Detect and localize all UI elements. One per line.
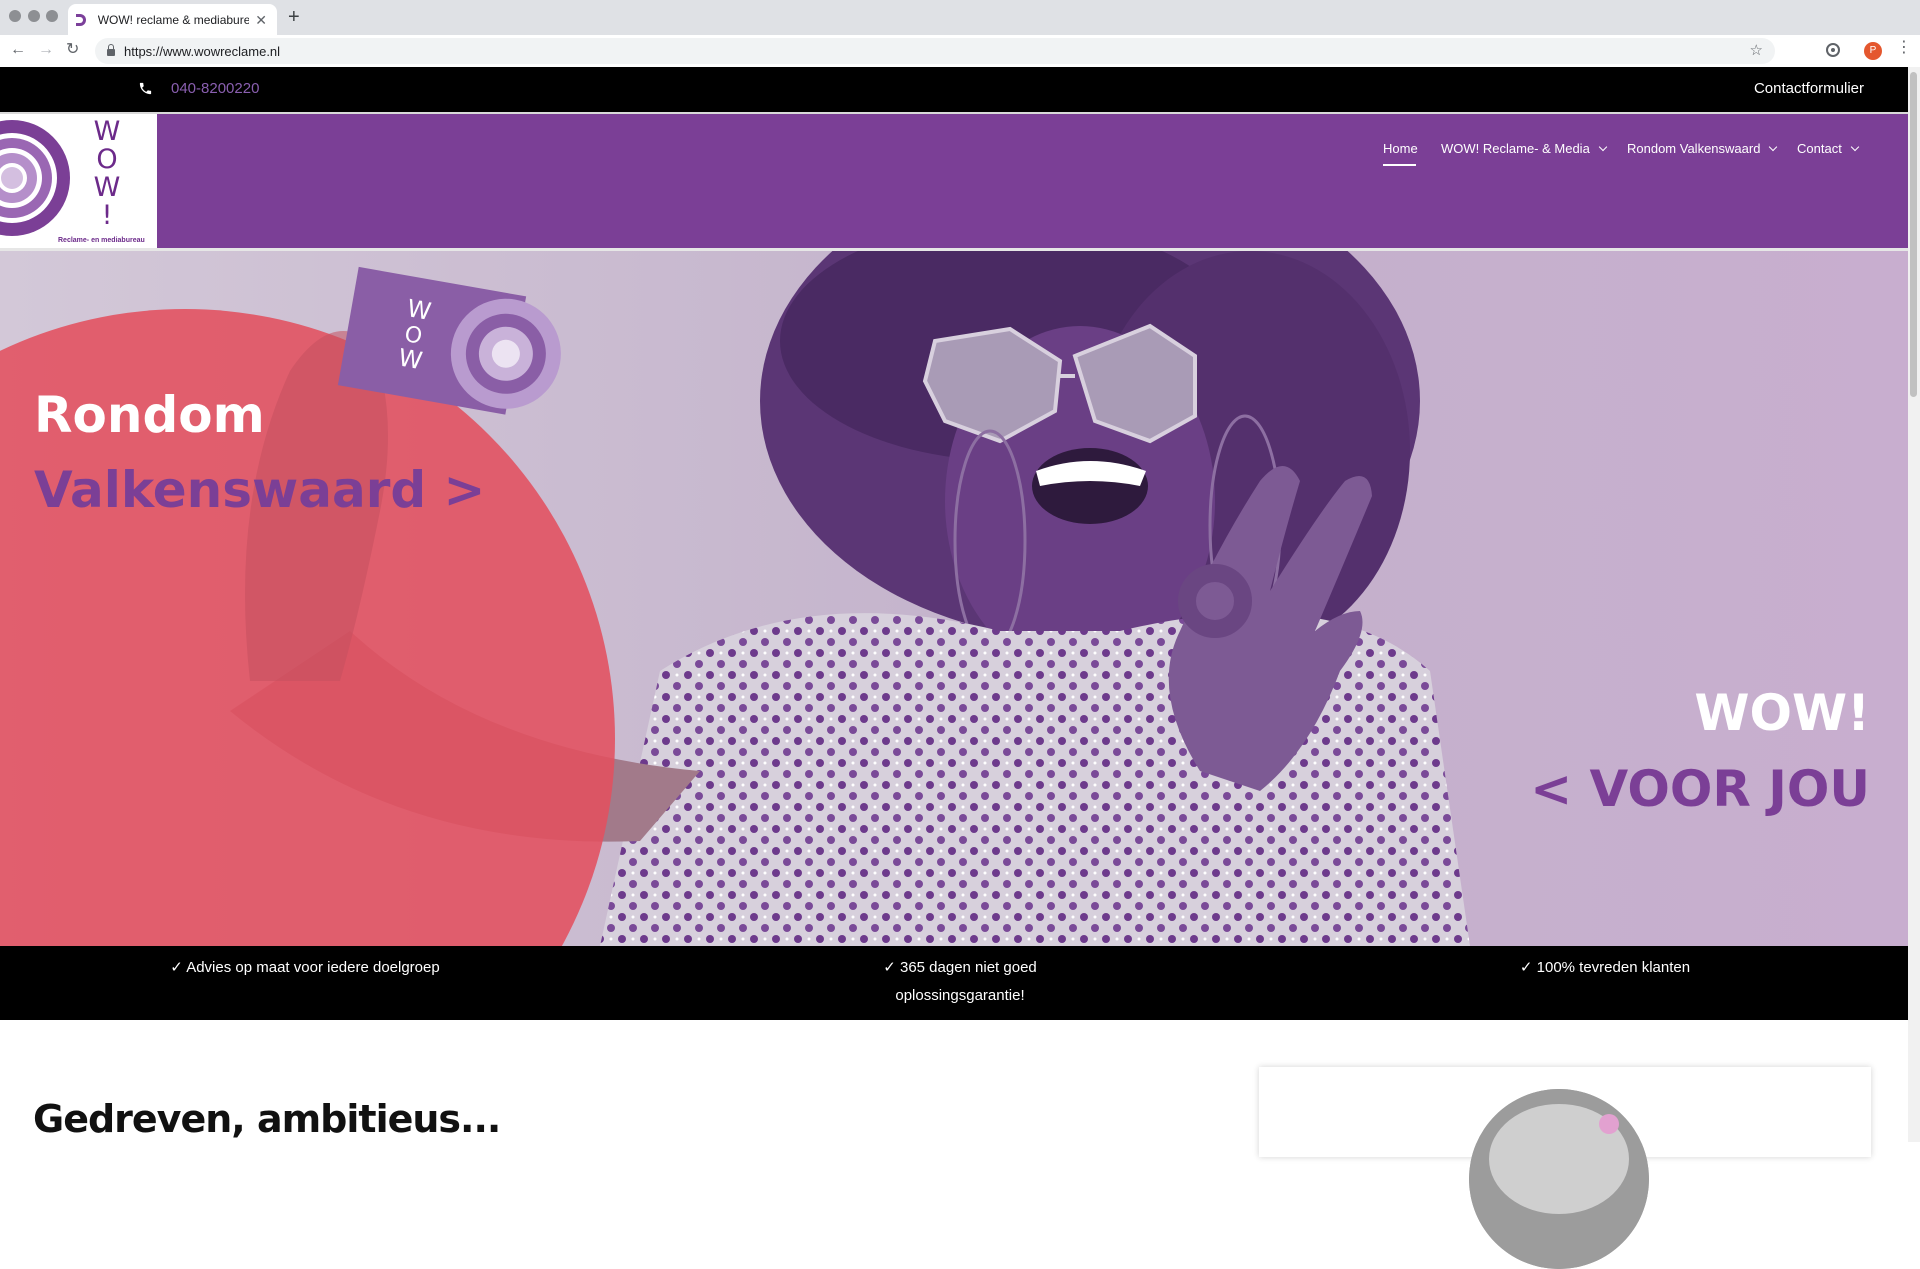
phone-icon [139, 82, 152, 95]
usp-item: ✓ 100% tevreden klanten [1385, 954, 1825, 982]
window-close-dot[interactable] [9, 10, 21, 22]
favicon-icon [76, 13, 90, 27]
hero-right-link[interactable]: < VOOR JOU [1530, 760, 1870, 818]
intro-heading: Gedreven, ambitieus... [33, 1097, 501, 1141]
logo-graphic [0, 120, 70, 236]
nav-item-rondom-valkenswaard[interactable]: Rondom Valkenswaard [1627, 141, 1778, 156]
svg-text:W: W [396, 343, 424, 375]
nav-item-contact[interactable]: Contact [1797, 141, 1860, 156]
usp-text: ✓ Advies op maat voor iedere doelgroep [170, 959, 440, 976]
close-icon[interactable]: ✕ [255, 13, 267, 27]
lock-icon [107, 44, 115, 56]
profile-card [1259, 1067, 1871, 1269]
logo-letter: W [93, 172, 121, 203]
nav-item-label: Home [1383, 141, 1418, 156]
bookmark-star-icon[interactable]: ☆ [1750, 41, 1763, 59]
browser-menu-icon[interactable]: ⋮ [1896, 40, 1912, 56]
back-icon[interactable]: ← [10, 42, 26, 58]
extension-icon[interactable] [1826, 43, 1840, 57]
hero-left-line1: Rondom [34, 386, 265, 444]
logo-letter: W [93, 116, 121, 147]
nav-item-label: Contact [1797, 141, 1842, 156]
address-bar: ← → ↻ https://www.wowreclame.nl ☆ P ⋮ [0, 35, 1920, 68]
logo-letter: ! [101, 200, 113, 231]
usp-item: ✓ Advies op maat voor iedere doelgroep [90, 954, 520, 982]
profile-photo [1469, 1089, 1649, 1269]
site-logo[interactable]: W O W ! Reclame- en mediabureau [0, 114, 157, 248]
hero-photo: W O W [0, 251, 1908, 946]
hero-right-line1: WOW! [1694, 684, 1870, 742]
profile-avatar[interactable]: P [1864, 42, 1882, 60]
chevron-down-icon [1850, 142, 1860, 151]
usp-text: ✓ 365 dagen niet goed [883, 959, 1037, 976]
chevron-down-icon [1598, 142, 1608, 151]
url-text: https://www.wowreclame.nl [124, 43, 281, 59]
contact-form-link[interactable]: Contactformulier [1754, 80, 1864, 97]
usp-text: ✓ 100% tevreden klanten [1519, 959, 1691, 976]
chevron-down-icon [1769, 142, 1778, 151]
tab-title: WOW! reclame & mediabureau [97, 12, 250, 27]
reload-icon[interactable]: ↻ [66, 42, 79, 58]
usp-bar: ✓ Advies op maat voor iedere doelgroep ✓… [0, 946, 1908, 1020]
hero-left-link[interactable]: Valkenswaard > [34, 461, 485, 519]
logo-letter: O [96, 144, 118, 175]
window-minimize-dot[interactable] [28, 10, 40, 22]
nav-active-underline [1383, 164, 1416, 166]
person-photo-icon [1469, 1089, 1649, 1269]
browser-tabbar: WOW! reclame & mediabureau ✕ + [0, 0, 1920, 35]
nav-item-home[interactable]: Home [1383, 141, 1418, 156]
page-scrollbar[interactable] [1908, 67, 1920, 1142]
nav-item-label: WOW! Reclame- & Media [1441, 141, 1590, 156]
nav-item-label: Rondom Valkenswaard [1627, 141, 1761, 156]
phone-link[interactable]: 040-8200220 [171, 80, 259, 97]
usp-text: oplossingsgarantie! [895, 987, 1025, 1004]
window-maximize-dot[interactable] [46, 10, 58, 22]
scrollbar-thumb[interactable] [1910, 72, 1917, 397]
url-field[interactable]: https://www.wowreclame.nl ☆ [95, 38, 1775, 64]
forward-icon[interactable]: → [38, 42, 54, 58]
logo-tagline: Reclame- en mediabureau [58, 237, 145, 244]
new-tab-icon[interactable]: + [288, 7, 300, 27]
browser-tab[interactable]: WOW! reclame & mediabureau ✕ [68, 4, 277, 35]
svg-text:W: W [405, 294, 433, 326]
hero-banner: W O W Rondom Valkenswaard > WOW! < VOOR … [0, 251, 1908, 946]
site-topbar: 040-8200220 Contactformulier [0, 67, 1908, 112]
usp-item: ✓ 365 dagen niet goed oplossingsgarantie… [740, 954, 1180, 1010]
main-header [0, 114, 1908, 248]
nav-item-wow-reclame-media[interactable]: WOW! Reclame- & Media [1441, 141, 1608, 156]
